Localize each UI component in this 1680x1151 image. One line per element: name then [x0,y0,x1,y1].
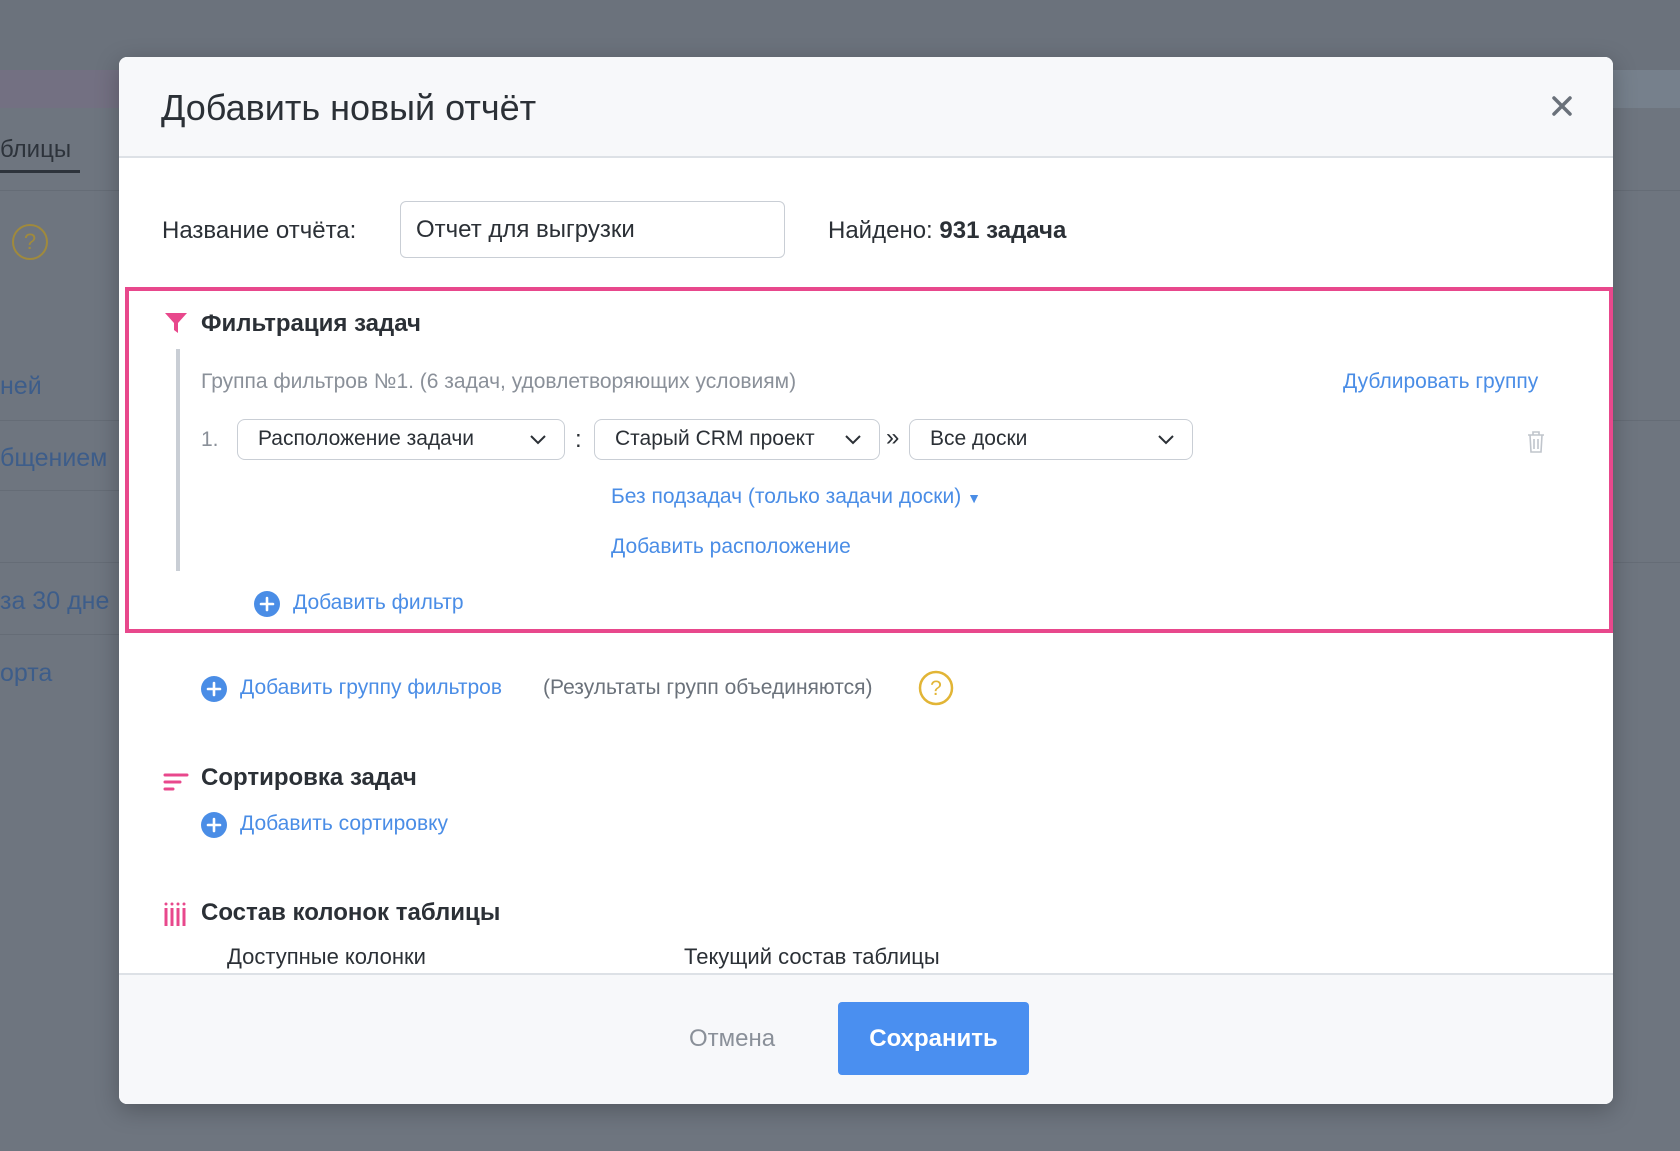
background-item: бщением [0,444,108,472]
subtasks-dropdown-link[interactable]: Без подзадач (только задачи доски) ▼ [611,485,981,509]
add-location-link[interactable]: Добавить расположение [611,535,851,559]
background-divider [0,420,130,421]
board-select[interactable]: Все доски [909,419,1193,460]
trash-icon[interactable] [1525,429,1547,455]
close-button[interactable] [1543,87,1581,125]
background-divider [0,190,130,191]
background-tab-underline [0,170,80,173]
report-name-input[interactable] [400,201,785,258]
help-icon[interactable]: ? [918,670,954,706]
board-value: Все доски [930,427,1028,450]
background-divider [1612,562,1680,563]
arrow-separator: » [886,424,900,451]
add-group-note: (Результаты групп объединяются) [543,676,873,699]
background-help-icon: ? [12,224,48,260]
add-filter-group-link[interactable]: Добавить группу фильтров [240,676,502,700]
caret-down-icon: ▼ [967,490,981,506]
columns-section-title: Состав колонок таблицы [201,899,501,926]
colon-separator: : [575,426,582,453]
add-filter-link[interactable]: Добавить фильтр [293,591,464,615]
background-item: за 30 дне [0,587,110,615]
subtasks-label: Без подзадач (только задачи доски) [611,485,962,508]
sort-icon [163,773,189,791]
background-divider [0,634,130,635]
background-divider [1612,190,1680,191]
found-prefix: Найдено: [828,217,933,244]
report-name-label: Название отчёта: [162,217,357,244]
plus-circle-icon[interactable] [200,811,228,839]
background-divider [1612,420,1680,421]
found-value: 931 задача [939,217,1067,244]
cancel-button[interactable]: Отмена [689,1025,775,1053]
filter-icon [165,313,187,333]
filter-group-title: Группа фильтров №1. (6 задач, удовлетвор… [201,370,797,393]
project-value: Старый CRM проект [615,427,815,450]
background-tab: блицы [0,136,72,163]
filter-field-value: Расположение задачи [258,427,475,450]
add-sorting-link[interactable]: Добавить сортировку [240,812,448,836]
columns-icon [164,902,186,926]
filter-field-select[interactable]: Расположение задачи [237,419,565,460]
found-count: Найдено: 931 задача [828,217,1066,245]
background-divider [0,490,130,491]
project-select[interactable]: Старый CRM проект [594,419,880,460]
background-item: орта [0,659,53,687]
plus-circle-icon[interactable] [200,675,228,703]
filter-section-highlight [125,287,1613,633]
modal-header: Добавить новый отчёт [119,57,1613,158]
filter-group-bar [176,349,180,571]
close-icon [1552,96,1572,116]
plus-circle-icon[interactable] [253,590,281,618]
sorting-section-title: Сортировка задач [201,764,417,791]
filter-row-number: 1. [201,428,219,451]
background-divider [0,562,130,563]
save-button[interactable]: Сохранить [838,1002,1029,1075]
chevron-down-icon [530,435,546,445]
current-columns-label: Текущий состав таблицы [684,944,940,969]
duplicate-group-link[interactable]: Дублировать группу [1343,370,1538,394]
available-columns-label: Доступные колонки [227,944,426,969]
add-report-modal: Добавить новый отчёт Название отчёта: На… [119,57,1613,1104]
help-glyph: ? [930,677,942,700]
modal-footer: Отмена Сохранить [119,973,1613,1104]
chevron-down-icon [845,435,861,445]
background-item: ней [0,372,42,400]
modal-title: Добавить новый отчёт [161,87,537,128]
background-topbar-right [1612,70,1680,108]
filter-section-title: Фильтрация задач [201,310,421,337]
chevron-down-icon [1158,435,1174,445]
